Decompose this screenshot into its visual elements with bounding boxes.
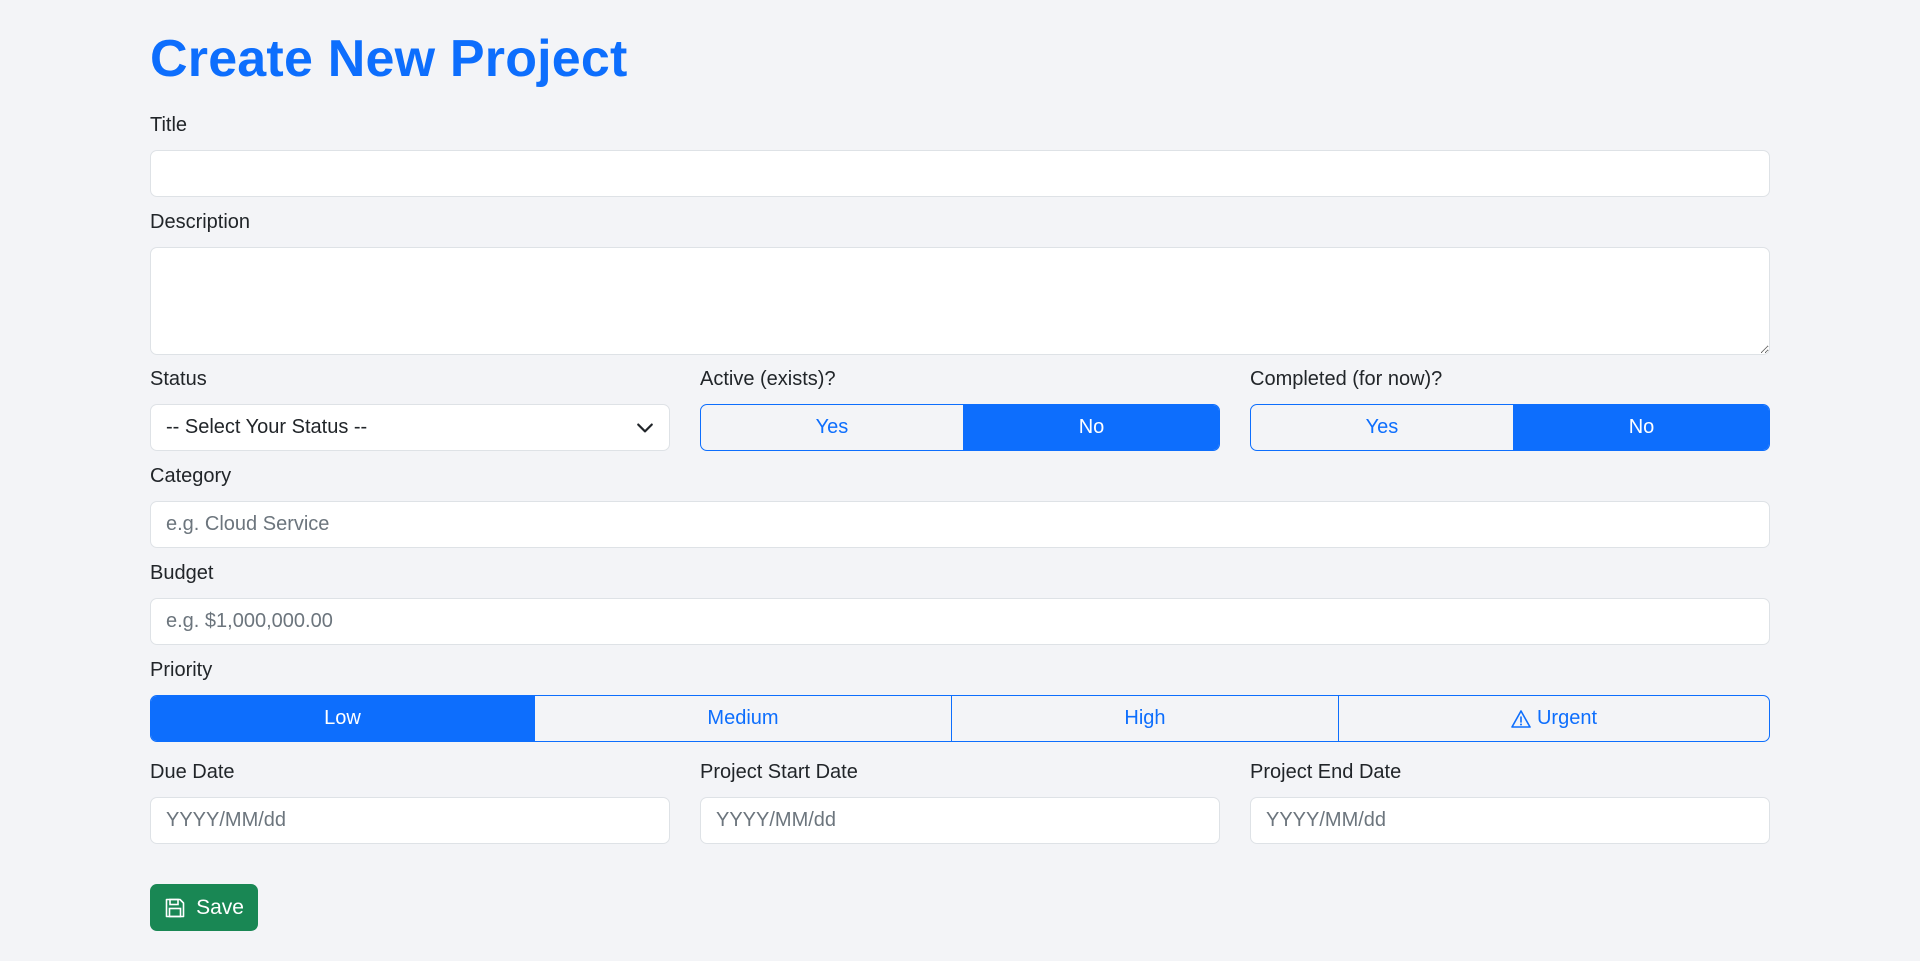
description-label: Description xyxy=(150,211,251,233)
title-input[interactable] xyxy=(150,150,1770,197)
floppy-disk-icon xyxy=(165,898,185,917)
active-label: Active (exists)? xyxy=(700,368,836,390)
active-no-button[interactable]: No xyxy=(964,405,1219,450)
priority-label: Priority xyxy=(150,659,213,681)
page-title: Create New Project xyxy=(150,30,628,88)
end-date-label: Project End Date xyxy=(1250,761,1402,783)
status-select[interactable]: -- Select Your Status -- xyxy=(150,404,670,451)
title-label: Title xyxy=(150,114,188,136)
category-label: Category xyxy=(150,465,232,487)
priority-urgent-label: Urgent xyxy=(1536,707,1598,729)
active-toggle-group: Yes No xyxy=(700,404,1220,451)
status-selected-value: -- Select Your Status -- xyxy=(166,416,368,438)
save-button-label: Save xyxy=(196,895,244,919)
description-textarea[interactable] xyxy=(150,247,1770,355)
chevron-down-icon xyxy=(637,423,653,432)
end-date-input[interactable] xyxy=(1250,797,1770,844)
warning-triangle-icon xyxy=(1511,709,1531,728)
priority-toggle-group: Low Medium High Urgent xyxy=(150,695,1770,742)
budget-input[interactable] xyxy=(150,598,1770,645)
budget-label: Budget xyxy=(150,562,214,584)
save-button[interactable]: Save xyxy=(150,884,258,931)
completed-yes-button[interactable]: Yes xyxy=(1251,405,1514,450)
status-label: Status xyxy=(150,368,207,390)
start-date-label: Project Start Date xyxy=(700,761,858,783)
due-date-input[interactable] xyxy=(150,797,670,844)
due-date-label: Due Date xyxy=(150,761,235,783)
completed-label: Completed (for now)? xyxy=(1250,368,1443,390)
start-date-input[interactable] xyxy=(700,797,1220,844)
priority-low-button[interactable]: Low xyxy=(151,696,535,741)
category-input[interactable] xyxy=(150,501,1770,548)
completed-no-button[interactable]: No xyxy=(1514,405,1769,450)
active-yes-button[interactable]: Yes xyxy=(701,405,964,450)
priority-high-button[interactable]: High xyxy=(952,696,1339,741)
priority-urgent-button[interactable]: Urgent xyxy=(1339,696,1769,741)
completed-toggle-group: Yes No xyxy=(1250,404,1770,451)
priority-medium-button[interactable]: Medium xyxy=(535,696,952,741)
